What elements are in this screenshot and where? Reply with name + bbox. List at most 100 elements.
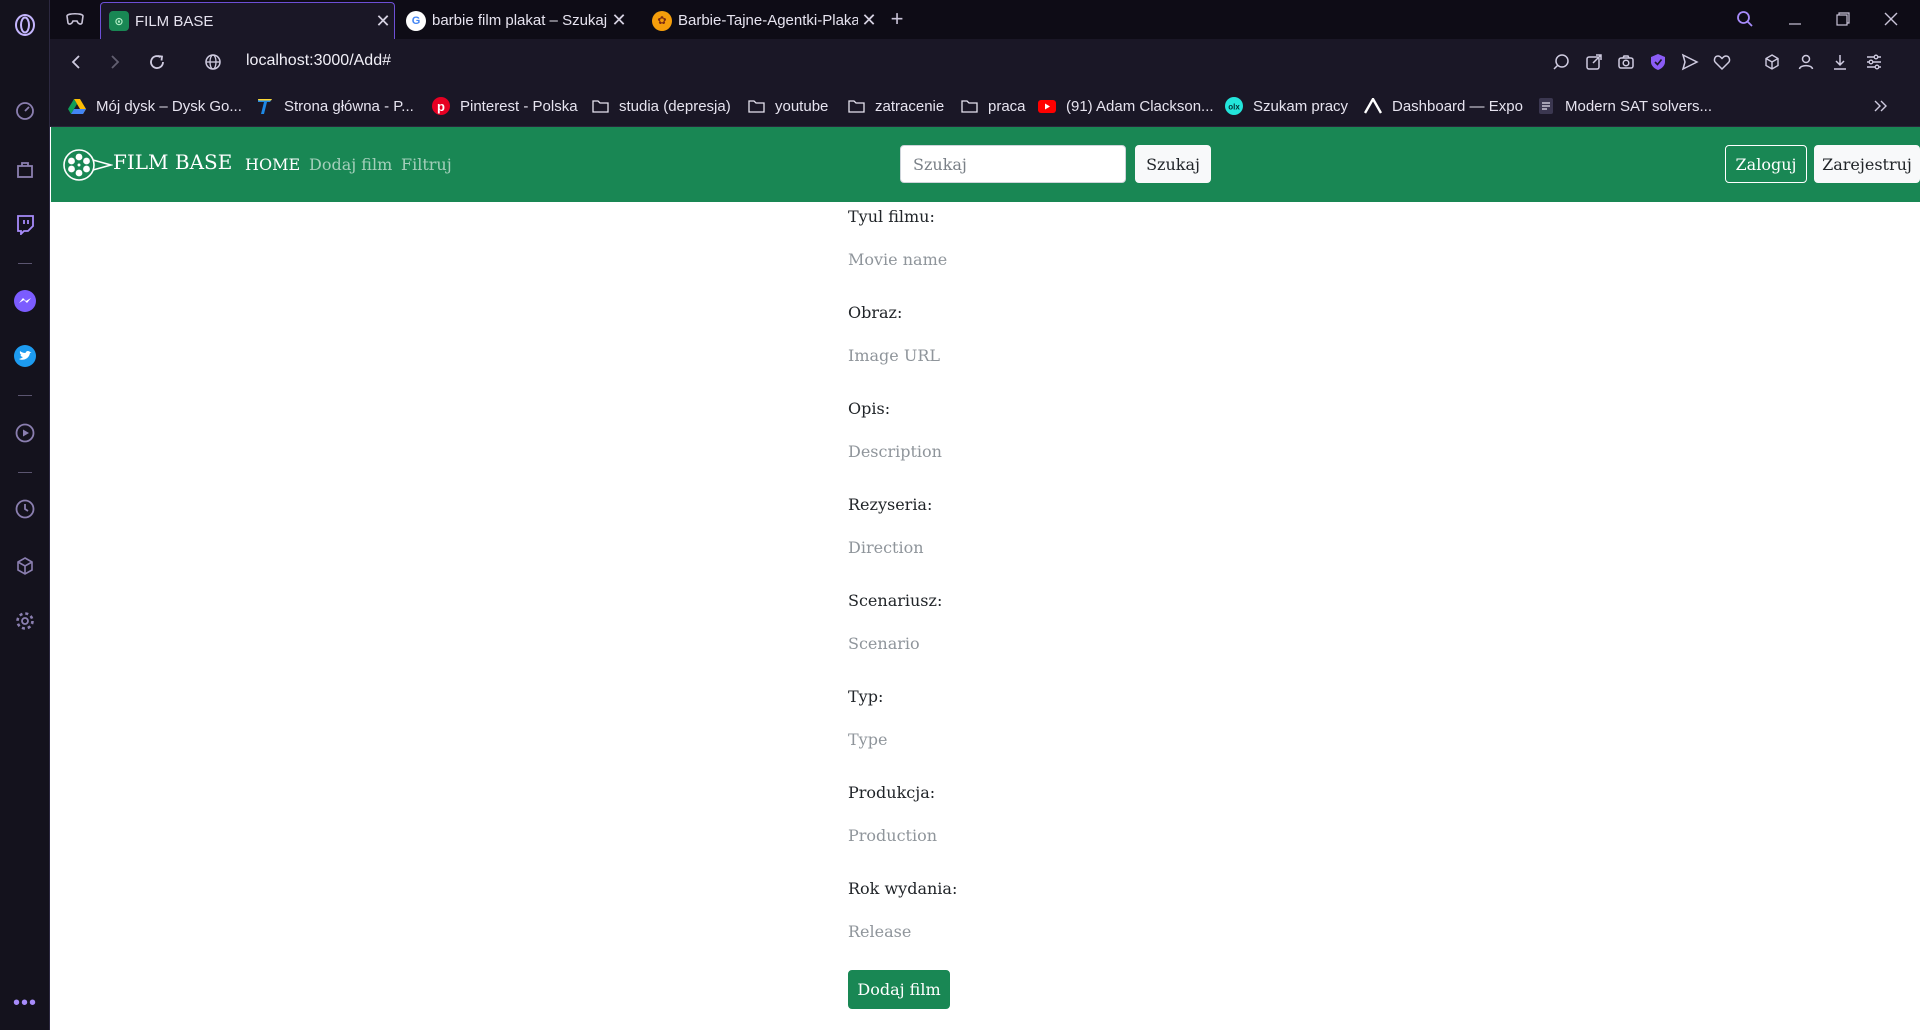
profile-icon[interactable] [1795, 51, 1817, 73]
bookmark-folder-zatracenie[interactable]: zatracenie [847, 95, 944, 117]
shopping-bag-icon[interactable] [13, 157, 37, 181]
twitch-icon[interactable] [13, 212, 37, 236]
settings-gear-icon[interactable] [13, 609, 37, 633]
tab-close-icon[interactable]: ✕ [858, 10, 880, 31]
bookmark-pinterest[interactable]: p Pinterest - Polska [432, 95, 578, 117]
heart-icon[interactable] [1711, 51, 1733, 73]
bookmark-folder-youtube[interactable]: youtube [747, 95, 828, 117]
new-tab-plus-icon[interactable]: + [882, 6, 912, 32]
register-button[interactable]: Zarejestruj [1814, 145, 1920, 183]
scenario-input[interactable] [848, 624, 1228, 662]
close-window-icon[interactable] [1876, 6, 1906, 32]
easy-setup-icon[interactable] [1863, 51, 1885, 73]
search-input[interactable] [900, 145, 1126, 183]
field-direction: Rezyseria: [848, 490, 1268, 586]
bookmark-label: Pinterest - Polska [460, 97, 578, 115]
nav-link-filter[interactable]: Filtruj [401, 155, 452, 174]
bookmark-label: Dashboard — Expo [1392, 97, 1523, 115]
restore-icon[interactable] [1828, 6, 1858, 32]
field-production: Produkcja: [848, 778, 1268, 874]
download-icon[interactable] [1829, 51, 1851, 73]
tab-strip: ⊙ FILM BASE ✕ G barbie film plakat – Szu… [50, 0, 1920, 39]
bookmark-youtube-video[interactable]: (91) Adam Clackson... [1038, 95, 1214, 117]
login-button[interactable]: Zaloguj [1725, 145, 1807, 183]
bookmarks-overflow-chevron-icon[interactable] [1873, 95, 1889, 117]
image-url-input[interactable] [848, 336, 1228, 374]
bookmark-strona-glowna[interactable]: Strona główna - P... [256, 95, 414, 117]
bookmark-google-drive[interactable]: Mój dysk – Dysk Go... [68, 95, 242, 117]
camera-snapshot-icon[interactable] [1615, 51, 1637, 73]
reload-icon[interactable] [144, 49, 170, 75]
search-button[interactable]: Szukaj [1135, 145, 1211, 183]
bookmark-folder-praca[interactable]: praca [960, 95, 1026, 117]
messenger-icon[interactable] [13, 289, 37, 313]
svg-text:olx: olx [1228, 103, 1240, 112]
direction-input[interactable] [848, 528, 1228, 566]
share-icon[interactable] [1583, 51, 1605, 73]
tab-menu-icon[interactable] [60, 6, 90, 32]
youtube-icon [1038, 97, 1056, 115]
bookmark-modern-sat-solvers[interactable]: Modern SAT solvers... [1537, 95, 1712, 117]
bookmark-expo-dashboard[interactable]: Dashboard — Expo [1364, 95, 1523, 117]
bookmark-szukam-pracy[interactable]: olx Szukam pracy [1225, 95, 1348, 117]
bookmark-label: Szukam pracy [1253, 97, 1349, 115]
film-reel-logo-icon[interactable] [63, 148, 114, 182]
minimize-icon[interactable] [1780, 6, 1810, 32]
tab-search-icon[interactable] [1730, 6, 1760, 32]
forward-arrow-icon[interactable] [102, 49, 128, 75]
field-type: Typ: [848, 682, 1268, 778]
field-label: Opis: [848, 399, 891, 418]
type-input[interactable] [848, 720, 1228, 758]
tab-title: barbie film plakat – Szukaj w Google [432, 12, 608, 29]
pinterest-icon: p [432, 97, 450, 115]
url-field[interactable]: localhost:3000/Add# [246, 52, 391, 70]
lucid-mode-icon[interactable] [1550, 51, 1572, 73]
more-options-icon[interactable]: ••• [13, 991, 37, 1015]
nav-link-home[interactable]: HOME [245, 155, 300, 174]
description-input[interactable] [848, 432, 1228, 470]
bookmark-label: Mój dysk – Dysk Go... [96, 97, 242, 115]
field-label: Rok wydania: [848, 879, 958, 898]
tab-close-icon[interactable]: ✕ [372, 11, 394, 32]
doc-icon [1537, 97, 1555, 115]
tab-google-search[interactable]: G barbie film plakat – Szukaj w Google ✕ [398, 2, 630, 39]
bookmark-folder-studia[interactable]: studia (depresja) [591, 95, 731, 117]
field-release: Rok wydania: [848, 874, 1268, 970]
field-description: Opis: [848, 394, 1268, 490]
field-scenario: Scenariusz: [848, 586, 1268, 682]
field-label: Tyul filmu: [848, 207, 935, 226]
bookmark-label: studia (depresja) [619, 97, 731, 115]
opera-logo-icon[interactable] [13, 13, 37, 37]
extensions-icon[interactable] [1761, 51, 1783, 73]
back-arrow-icon[interactable] [63, 49, 89, 75]
nav-link-add-film[interactable]: Dodaj film [309, 155, 392, 174]
address-bar: localhost:3000/Add# [50, 39, 1920, 85]
production-input[interactable] [848, 816, 1228, 854]
extensions-cube-icon[interactable] [13, 554, 37, 578]
field-label: Scenariusz: [848, 591, 943, 610]
olx-icon: olx [1225, 97, 1243, 115]
tab-film-base[interactable]: ⊙ FILM BASE ✕ [100, 2, 395, 39]
film-favicon-icon: ⊙ [109, 11, 129, 31]
field-image: Obraz: [848, 298, 1268, 394]
bee-favicon-icon: ✿ [652, 10, 672, 31]
tab-title: FILM BASE [135, 12, 214, 30]
vpn-shield-icon[interactable] [1647, 51, 1669, 73]
speed-dial-icon[interactable] [13, 99, 37, 123]
brand-title[interactable]: FILM BASE [113, 150, 232, 174]
site-info-globe-icon[interactable] [200, 49, 226, 75]
folder-icon [847, 97, 865, 115]
bookmark-label: praca [988, 97, 1026, 115]
field-label: Obraz: [848, 303, 903, 322]
add-film-submit-button[interactable]: Dodaj film [848, 970, 950, 1009]
twitter-icon[interactable] [13, 344, 37, 368]
player-icon[interactable] [13, 421, 37, 445]
t-logo-icon [256, 97, 274, 115]
history-icon[interactable] [13, 497, 37, 521]
tab-barbie-poster[interactable]: ✿ Barbie-Tajne-Agentki-Plakat ✕ [644, 2, 880, 39]
tab-title: Barbie-Tajne-Agentki-Plakat [678, 12, 858, 29]
movie-name-input[interactable] [848, 240, 1228, 278]
send-icon[interactable] [1679, 51, 1701, 73]
release-input[interactable] [848, 912, 1228, 950]
tab-close-icon[interactable]: ✕ [608, 10, 630, 31]
